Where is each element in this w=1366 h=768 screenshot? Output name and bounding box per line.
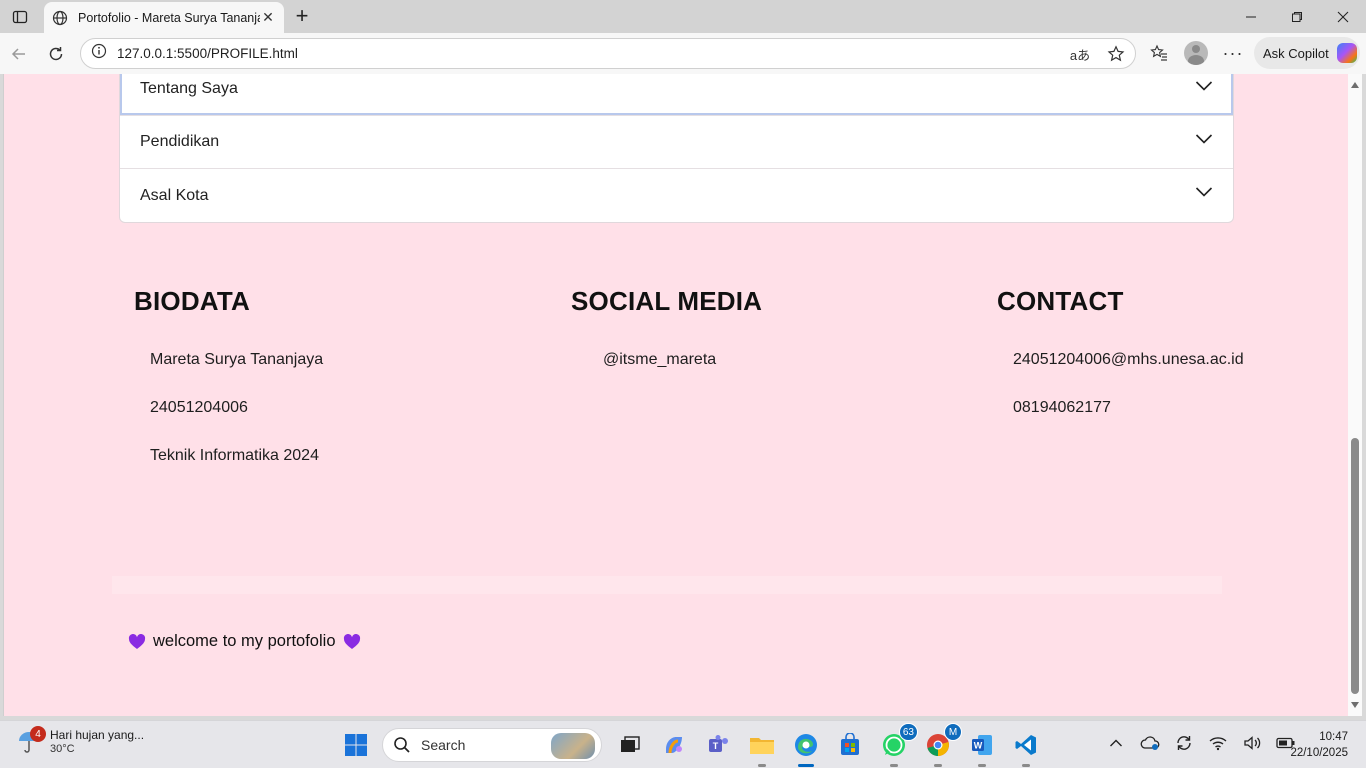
accordion: Tentang Saya Pendidikan Asal Kota xyxy=(119,74,1234,223)
running-indicator xyxy=(1022,764,1030,767)
edge-browser-icon[interactable] xyxy=(788,727,824,767)
search-placeholder: Search xyxy=(421,737,466,753)
chevron-down-icon xyxy=(1195,134,1213,144)
contact-phone: 08194062177 xyxy=(1013,399,1111,416)
weather-widget[interactable]: 4 Hari hujan yang... 30°C xyxy=(16,726,145,755)
ask-copilot-button[interactable]: Ask Copilot xyxy=(1254,37,1360,69)
scrollbar-thumb[interactable] xyxy=(1351,438,1359,694)
contact-email[interactable]: 24051204006@mhs.unesa.ac.id xyxy=(1013,351,1244,369)
biodata-heading: BIODATA xyxy=(134,286,250,316)
close-icon[interactable]: ✕ xyxy=(260,9,276,26)
running-indicator xyxy=(890,764,898,767)
accordion-label: Asal Kota xyxy=(140,186,209,204)
chevron-down-icon xyxy=(1195,187,1213,197)
windows-start-icon[interactable] xyxy=(338,727,374,763)
tab-actions-icon[interactable] xyxy=(8,5,32,29)
teams-icon[interactable]: T xyxy=(700,727,736,763)
browser-tab-bar: Portofolio - Mareta Surya Tananjaya ✕ + xyxy=(0,0,1366,33)
chrome-icon[interactable]: M xyxy=(920,723,962,767)
accordion-item-asal-kota[interactable]: Asal Kota xyxy=(120,169,1233,222)
onedrive-icon[interactable] xyxy=(1140,733,1160,753)
scroll-down-icon[interactable] xyxy=(1351,702,1359,708)
copilot-app-icon[interactable] xyxy=(656,727,692,763)
address-bar[interactable]: 127.0.0.1:5500/PROFILE.html aあ xyxy=(80,38,1136,69)
weather-badge: 4 xyxy=(30,726,46,742)
word-icon[interactable]: W xyxy=(964,727,1000,767)
running-indicator xyxy=(978,764,986,767)
svg-text:T: T xyxy=(713,741,719,751)
copilot-icon xyxy=(1336,43,1357,63)
active-indicator xyxy=(798,764,814,767)
running-indicator xyxy=(758,764,766,767)
favorite-star-icon[interactable] xyxy=(1105,43,1127,65)
footer-welcome-text: welcome to my portofolio xyxy=(153,632,336,650)
system-clock[interactable]: 10:47 22/10/2025 xyxy=(1282,729,1348,761)
rain-umbrella-icon: 4 xyxy=(16,726,46,754)
taskbar-apps: Search T 63 M W xyxy=(338,723,1052,767)
windows-taskbar: 4 Hari hujan yang... 30°C Search T 63 M … xyxy=(0,720,1366,768)
accordion-label: Tentang Saya xyxy=(140,80,238,97)
favorites-icon[interactable] xyxy=(1148,42,1170,64)
wifi-icon[interactable] xyxy=(1208,733,1228,753)
more-icon[interactable]: ··· xyxy=(1222,42,1244,64)
clock-date: 22/10/2025 xyxy=(1290,747,1348,759)
volume-icon[interactable] xyxy=(1242,733,1262,753)
profile-icon[interactable] xyxy=(1184,41,1208,65)
whatsapp-icon[interactable]: 63 xyxy=(876,723,918,767)
read-aloud-icon[interactable]: aあ xyxy=(1069,43,1091,65)
file-explorer-icon[interactable] xyxy=(744,727,780,767)
chevron-up-icon[interactable] xyxy=(1106,733,1126,753)
copilot-label: Ask Copilot xyxy=(1263,45,1329,61)
biodata-nim: 24051204006 xyxy=(150,399,248,416)
tab-title: Portofolio - Mareta Surya Tananjaya xyxy=(78,10,260,25)
footer: welcome to my portofolio xyxy=(128,632,361,651)
vscode-icon[interactable] xyxy=(1008,727,1044,767)
browser-toolbar: 127.0.0.1:5500/PROFILE.html aあ ··· Ask C… xyxy=(0,33,1366,74)
chevron-down-icon xyxy=(1195,81,1213,91)
window-close-icon[interactable] xyxy=(1320,0,1366,33)
minimize-icon[interactable] xyxy=(1228,0,1274,33)
weather-temp: 30°C xyxy=(50,743,75,755)
chrome-profile-badge: M xyxy=(944,723,962,741)
search-highlight-image xyxy=(551,733,595,759)
refresh-icon[interactable] xyxy=(43,41,69,67)
page-viewport: Tentang Saya Pendidikan Asal Kota BIODAT… xyxy=(3,74,1348,716)
site-info-icon[interactable] xyxy=(91,43,107,64)
biodata-name: Mareta Surya Tananjaya xyxy=(150,351,324,368)
page-scrollbar[interactable] xyxy=(1348,74,1362,716)
microsoft-store-icon[interactable] xyxy=(832,727,868,763)
accordion-label: Pendidikan xyxy=(140,133,220,150)
sync-icon[interactable] xyxy=(1174,733,1194,753)
system-tray xyxy=(1106,733,1296,753)
new-tab-icon[interactable]: + xyxy=(290,4,314,28)
weather-text: Hari hujan yang... xyxy=(50,728,145,742)
scroll-up-icon[interactable] xyxy=(1351,82,1359,88)
footer-divider xyxy=(112,576,1222,594)
globe-icon xyxy=(52,10,68,26)
social-instagram-handle[interactable]: @itsme_mareta xyxy=(603,351,716,369)
whatsapp-badge: 63 xyxy=(898,723,918,741)
clock-time: 10:47 xyxy=(1319,731,1348,743)
search-icon xyxy=(394,737,410,753)
purple-heart-icon xyxy=(343,633,360,649)
task-view-icon[interactable] xyxy=(612,727,648,763)
window-controls xyxy=(1228,0,1366,33)
accordion-item-pendidikan[interactable]: Pendidikan xyxy=(120,116,1233,169)
accordion-item-tentang-saya[interactable]: Tentang Saya xyxy=(120,74,1233,116)
url-text: 127.0.0.1:5500/PROFILE.html xyxy=(117,46,298,61)
back-icon[interactable] xyxy=(6,41,32,67)
social-media-heading: SOCIAL MEDIA xyxy=(571,286,763,316)
purple-heart-icon xyxy=(128,633,146,649)
maximize-icon[interactable] xyxy=(1274,0,1320,33)
taskbar-search[interactable]: Search xyxy=(382,728,602,762)
svg-text:W: W xyxy=(974,741,983,751)
contact-heading: CONTACT xyxy=(997,286,1124,316)
active-browser-tab[interactable]: Portofolio - Mareta Surya Tananjaya ✕ xyxy=(44,2,284,33)
running-indicator xyxy=(934,764,942,767)
biodata-program: Teknik Informatika 2024 xyxy=(150,447,319,464)
